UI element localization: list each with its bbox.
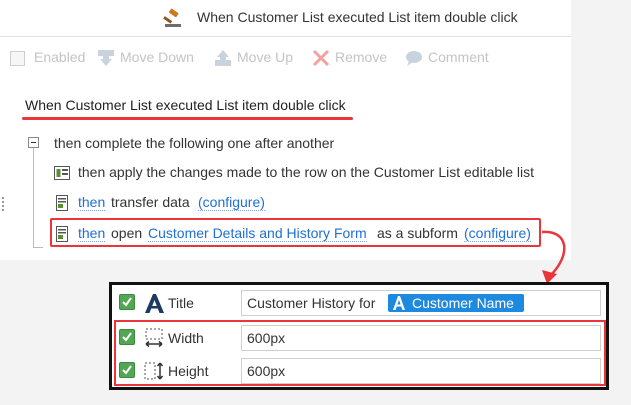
- comment-icon: [406, 51, 422, 66]
- title-checkbox[interactable]: [119, 294, 135, 310]
- enabled-toggle[interactable]: Enabled: [10, 48, 90, 68]
- text-a-icon: [393, 296, 405, 310]
- width-label: Width: [168, 330, 204, 346]
- arrow-down-icon: [98, 50, 114, 66]
- checkmark-icon: [122, 297, 132, 307]
- arrow-up-icon: [215, 50, 231, 66]
- subform-properties-panel: Title Customer History for Customer Name…: [109, 282, 609, 390]
- checkmark-icon: [122, 332, 132, 342]
- property-row-height: Height 600px: [112, 354, 606, 388]
- list-action-icon: [54, 166, 70, 180]
- highlight-underline: [22, 117, 353, 120]
- move-up-label: Move Up: [237, 49, 294, 65]
- title-label: Title: [168, 295, 194, 311]
- close-icon: [312, 49, 330, 67]
- gavel-icon: [163, 8, 181, 27]
- remove-button[interactable]: Remove: [311, 48, 391, 68]
- checkmark-icon: [122, 365, 132, 375]
- move-down-label: Move Down: [120, 49, 194, 65]
- then-link[interactable]: then: [78, 194, 106, 211]
- enabled-label: Enabled: [34, 49, 86, 65]
- tree-connector: [33, 148, 34, 248]
- text-a-icon: [145, 294, 164, 313]
- customer-name-token[interactable]: Customer Name: [388, 294, 524, 312]
- splitter-handle[interactable]: [2, 197, 6, 211]
- collapse-toggle-icon[interactable]: [28, 137, 39, 148]
- highlight-box: [50, 218, 541, 247]
- rule-title[interactable]: When Customer List executed List item do…: [25, 97, 346, 113]
- action-text: transfer data: [111, 194, 190, 210]
- height-label: Height: [168, 363, 209, 379]
- token-label: Customer Name: [412, 295, 514, 311]
- action-text: then apply the changes made to the row o…: [78, 164, 535, 180]
- property-row-width: Width 600px: [112, 321, 606, 355]
- comment-button[interactable]: Comment: [404, 48, 496, 68]
- title-value: Customer History for: [247, 295, 376, 311]
- width-field[interactable]: 600px: [241, 325, 601, 351]
- checkbox-icon: [10, 51, 25, 66]
- move-up-button[interactable]: Move Up: [213, 48, 301, 68]
- remove-label: Remove: [335, 49, 388, 65]
- height-value: 600px: [247, 363, 286, 379]
- comment-label: Comment: [428, 49, 489, 65]
- width-value: 600px: [247, 330, 286, 346]
- configure-link[interactable]: (configure): [198, 194, 265, 211]
- tree-connector-end: [33, 247, 43, 248]
- width-checkbox[interactable]: [119, 329, 135, 345]
- title-field[interactable]: Customer History for Customer Name: [241, 290, 601, 316]
- title-bar: When Customer List executed List item do…: [0, 0, 571, 37]
- property-row-title: Title Customer History for Customer Name: [112, 286, 606, 320]
- document-transfer-icon: [56, 195, 68, 211]
- move-down-button[interactable]: Move Down: [96, 48, 200, 68]
- height-icon: [144, 362, 164, 380]
- height-checkbox[interactable]: [119, 362, 135, 378]
- callout-arrow-icon: [541, 230, 566, 284]
- group-label: then complete the following one after an…: [54, 135, 335, 151]
- toolbar: Enabled Move Down Move Up Remove Comment: [0, 37, 571, 77]
- page-title: When Customer List executed List item do…: [197, 9, 518, 25]
- height-field[interactable]: 600px: [241, 358, 601, 384]
- width-icon: [145, 328, 163, 348]
